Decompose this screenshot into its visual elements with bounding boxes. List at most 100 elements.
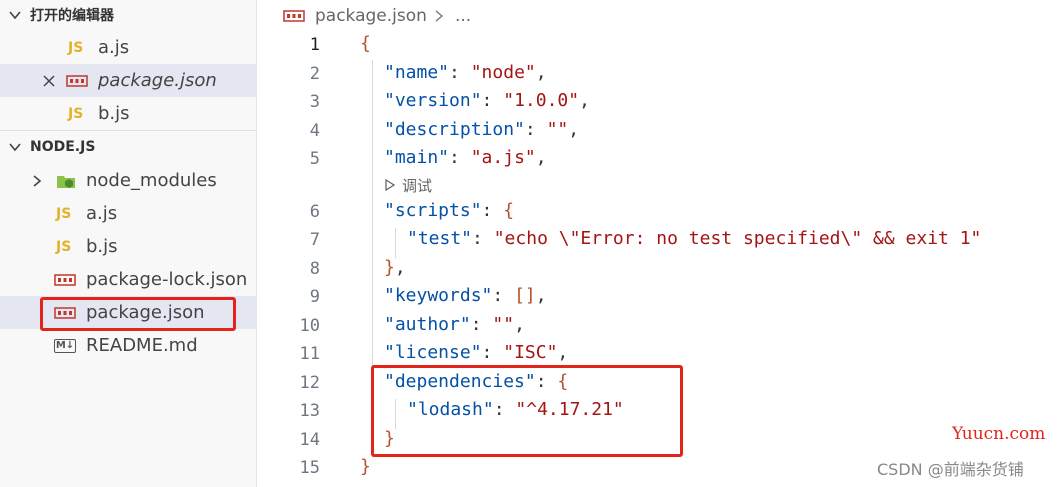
punct: : <box>449 147 471 168</box>
code-line-10[interactable]: "author": "", <box>384 314 525 335</box>
tree-item-label: package-lock.json <box>86 269 248 290</box>
punct: , <box>568 119 580 140</box>
punct: , <box>557 342 569 363</box>
tree-item-label: a.js <box>86 203 118 224</box>
json-icon <box>66 74 88 87</box>
line-number: 11 <box>299 344 320 364</box>
line-number: 6 <box>309 202 320 222</box>
line-number: 14 <box>299 430 320 450</box>
bracket: [] <box>514 285 536 306</box>
json-string: "ISC" <box>503 342 558 363</box>
line-number: 13 <box>299 401 320 421</box>
line-number: 5 <box>309 149 320 169</box>
json-key: "test" <box>407 228 473 249</box>
brace: { <box>503 200 515 221</box>
csdn-watermark: CSDN @前端杂货铺 <box>877 460 1024 479</box>
project-title: NODE.JS <box>30 139 96 155</box>
line-number: 10 <box>299 316 320 336</box>
json-key: "author" <box>384 314 471 335</box>
project-header[interactable]: NODE.JS <box>0 132 257 162</box>
tree-item-b-js[interactable]: JS b.js <box>0 230 257 263</box>
json-key: "license" <box>384 342 482 363</box>
line-number: 12 <box>299 373 320 393</box>
json-string: "" <box>492 314 515 335</box>
open-editors-title: 打开的编辑器 <box>30 8 114 24</box>
punct: : <box>481 90 504 111</box>
json-key: "version" <box>384 90 482 111</box>
json-key: "main" <box>384 147 450 168</box>
breadcrumb-file[interactable]: package.json <box>315 6 427 26</box>
punct: : <box>470 314 493 335</box>
json-key: "scripts" <box>384 200 482 221</box>
tree-item-package-lock-json[interactable]: package-lock.json <box>0 263 257 296</box>
code-line-2[interactable]: "name": "node", <box>384 62 547 83</box>
js-icon: JS <box>56 205 72 222</box>
debug-codelens[interactable]: 调试 <box>384 174 432 196</box>
annotation-highlight-box <box>40 297 236 331</box>
tree-item-label: b.js <box>86 236 118 257</box>
breadcrumb-more[interactable]: ... <box>455 6 471 26</box>
punct: , <box>535 285 547 306</box>
json-string: "node" <box>470 62 536 83</box>
punct: : <box>481 342 504 363</box>
open-editor-a-js[interactable]: JS a.js <box>0 31 257 64</box>
json-icon <box>283 10 305 22</box>
open-editors-header[interactable]: 打开的编辑器 <box>0 0 257 30</box>
js-icon: JS <box>56 238 72 255</box>
open-editor-b-js[interactable]: JS b.js <box>0 97 257 130</box>
punct: : <box>492 285 515 306</box>
chevron-down-icon <box>9 11 21 20</box>
json-icon <box>54 273 76 286</box>
code-line-1[interactable]: { <box>360 33 371 54</box>
code-line-5[interactable]: "main": "a.js", <box>384 147 547 168</box>
brace: { <box>360 33 371 54</box>
open-editor-package-json[interactable]: package.json <box>0 64 257 97</box>
brace: } <box>360 456 371 477</box>
annotation-highlight-box <box>371 365 683 457</box>
punct: , <box>579 90 590 111</box>
code-line-8[interactable]: }, <box>384 257 406 278</box>
tree-item-node-modules[interactable]: node_modules <box>0 164 257 197</box>
punct: , <box>535 62 547 83</box>
code-line-15[interactable]: } <box>360 456 371 477</box>
line-number: 1 <box>309 35 320 55</box>
json-key: "description" <box>384 119 525 140</box>
close-icon[interactable] <box>42 74 56 88</box>
tree-item-readme-md[interactable]: M↓ README.md <box>0 329 257 362</box>
json-string: "a.js" <box>470 147 536 168</box>
json-key: "keywords" <box>384 285 493 306</box>
json-string: "1.0.0" <box>503 90 580 111</box>
site-watermark: Yuucn.com <box>952 424 1046 444</box>
play-icon <box>385 179 396 191</box>
code-line-9[interactable]: "keywords": [], <box>384 285 547 306</box>
json-string: "" <box>546 119 569 140</box>
open-editor-label: package.json <box>98 70 217 91</box>
tree-item-a-js[interactable]: JS a.js <box>0 197 257 230</box>
json-key: "name" <box>384 62 450 83</box>
line-number: 9 <box>309 287 320 307</box>
code-line-4[interactable]: "description": "", <box>384 119 579 140</box>
line-number: 2 <box>309 64 320 84</box>
js-icon: JS <box>68 105 84 122</box>
punct: , <box>514 314 525 335</box>
punct: : <box>472 228 494 249</box>
open-editor-label: a.js <box>98 37 130 58</box>
tree-item-label: node_modules <box>86 170 217 191</box>
code-line-6[interactable]: "scripts": { <box>384 200 514 221</box>
code-line-11[interactable]: "license": "ISC", <box>384 342 568 363</box>
brace: } <box>384 257 395 278</box>
punct: , <box>394 257 406 278</box>
punct: : <box>449 62 471 83</box>
punct: : <box>524 119 547 140</box>
js-icon: JS <box>68 39 84 56</box>
markdown-icon: M↓ <box>54 338 76 353</box>
tree-item-label: README.md <box>86 335 198 356</box>
line-number: 4 <box>309 121 320 141</box>
code-line-3[interactable]: "version": "1.0.0", <box>384 90 590 111</box>
code-line-7[interactable]: "test": "echo \"Error: no test specified… <box>407 228 981 249</box>
debug-codelens-label: 调试 <box>402 176 433 195</box>
punct: , <box>535 147 547 168</box>
section-divider <box>0 130 257 131</box>
indent-guide <box>395 228 396 258</box>
line-number: 15 <box>299 458 320 478</box>
